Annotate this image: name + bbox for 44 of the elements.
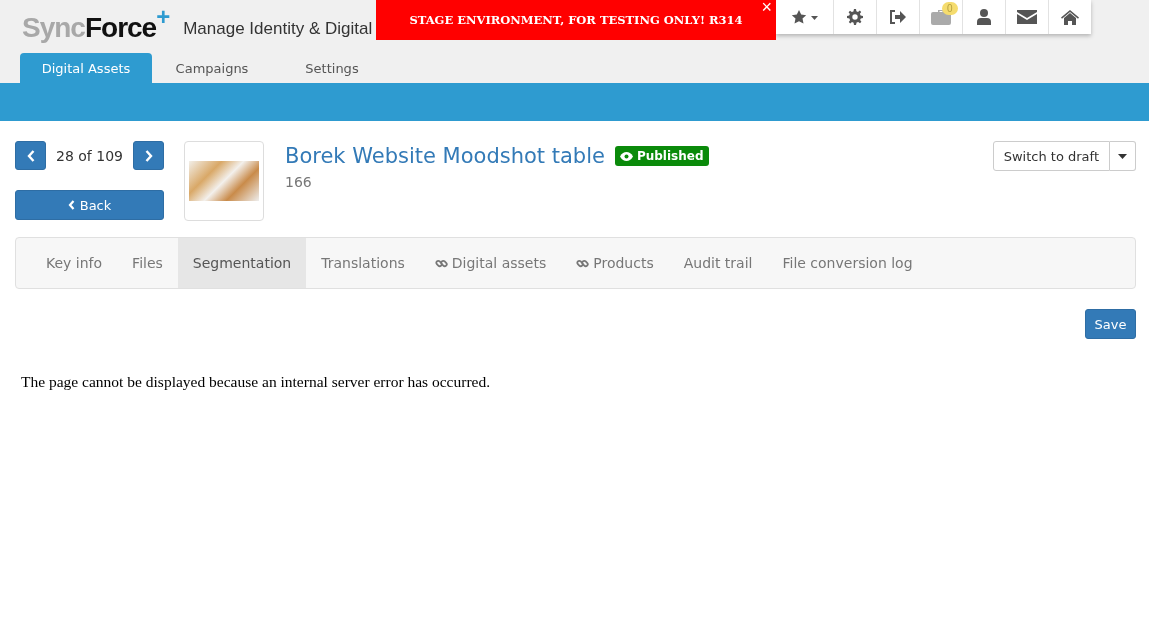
switch-to-draft-button[interactable]: Switch to draft: [992, 141, 1110, 171]
logo: SyncForce$^{+}$: [22, 12, 170, 44]
save-button[interactable]: Save: [1085, 309, 1136, 339]
app-title: Manage Identity & Digital: [183, 19, 373, 39]
back-button[interactable]: Back: [15, 190, 164, 220]
settings-button[interactable]: [833, 0, 876, 34]
user-button[interactable]: [962, 0, 1005, 34]
close-button[interactable]: ×: [759, 0, 774, 16]
asset-id: 166: [285, 174, 313, 190]
status-badge: Published: [614, 146, 709, 166]
home-icon: [1061, 9, 1079, 25]
sign-out-button[interactable]: [876, 0, 919, 34]
detail-tab[interactable]: Translations: [306, 238, 420, 288]
previous-button[interactable]: [15, 141, 46, 170]
envelope-icon: [1017, 9, 1037, 25]
chevron-right-icon: [144, 149, 153, 162]
error-message: The page cannot be displayed because an internal server error has occurred.: [21, 373, 492, 391]
detail-tab[interactable]: Key info: [31, 238, 118, 288]
detail-tab[interactable]: Products: [561, 238, 669, 288]
eye-icon: [619, 151, 633, 161]
dropdown-button[interactable]: [1110, 141, 1136, 171]
asset-title: Borek Website Moodshot table: [285, 144, 605, 168]
favorites-button[interactable]: [776, 0, 833, 34]
detail-tab[interactable]: Files: [117, 238, 178, 288]
chevron-left-icon: [67, 200, 75, 210]
record-position: 28 of 109: [56, 147, 123, 164]
nav-tab[interactable]: Settings: [272, 53, 392, 83]
star-caret-icon: [790, 9, 819, 25]
sign-out-icon: [889, 9, 907, 25]
banner-text: STAGE ENVIRONMENT, FOR TESTING ONLY! R314: [409, 13, 743, 27]
nav-tab[interactable]: Digital Assets: [20, 53, 152, 83]
settings-icon: [847, 9, 863, 25]
next-button[interactable]: [133, 141, 164, 170]
user-icon: [977, 9, 991, 25]
detail-tab[interactable]: Audit trail: [668, 238, 768, 288]
nav-tab[interactable]: Campaigns: [152, 53, 272, 83]
mail-button[interactable]: [1005, 0, 1048, 34]
caret-icon: [1118, 153, 1127, 159]
detail-tab[interactable]: Digital assets: [419, 238, 562, 288]
detail-tab[interactable]: File conversion log: [767, 238, 928, 288]
photo-placeholder: [189, 161, 259, 201]
home-button[interactable]: [1048, 0, 1091, 34]
detail-tab[interactable]: Segmentation: [177, 238, 307, 288]
chevron-left-icon: [26, 149, 35, 162]
